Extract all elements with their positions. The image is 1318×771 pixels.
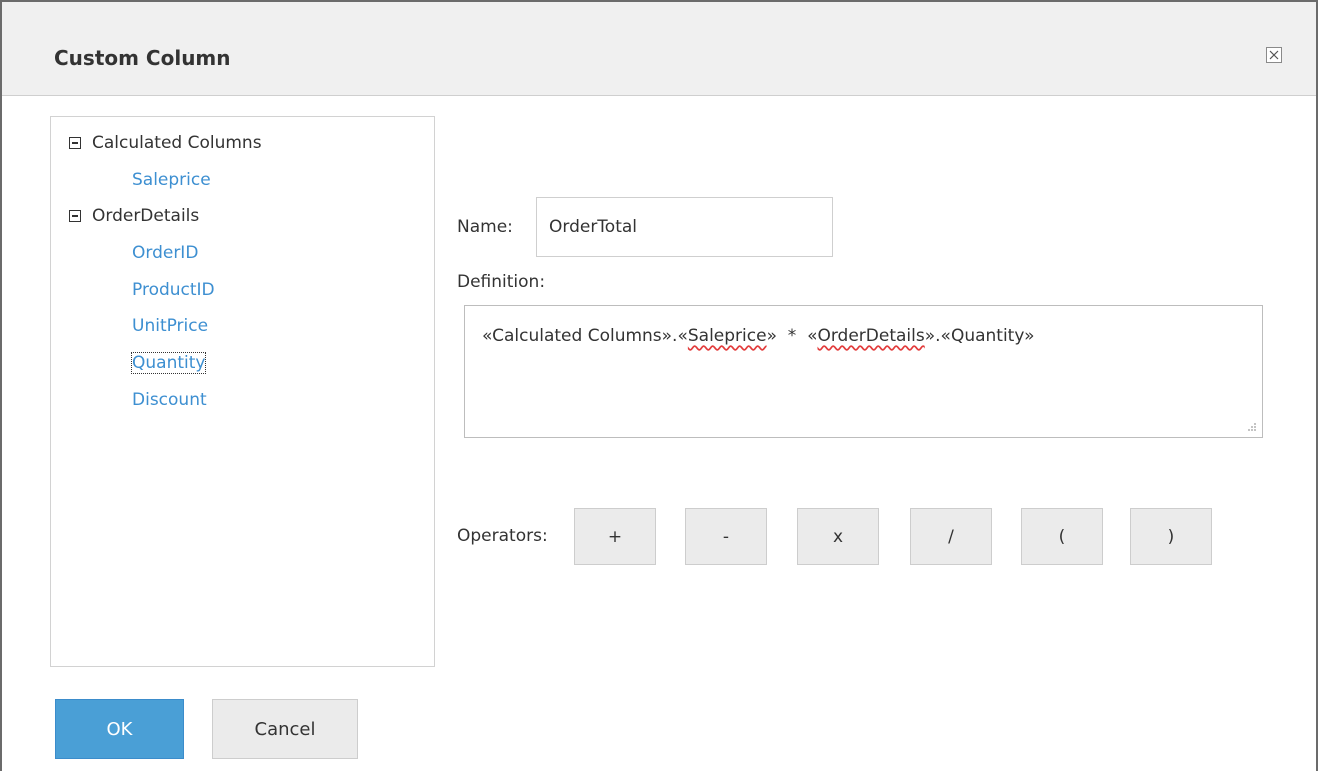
name-label: Name: [457, 217, 513, 237]
name-input[interactable] [536, 197, 833, 257]
close-x-glyph [1269, 50, 1279, 60]
definition-text-segment: » * « [766, 326, 818, 346]
operator-open-paren-button[interactable]: ( [1021, 508, 1103, 565]
title-bar: Custom Column [2, 2, 1316, 96]
operators-label: Operators: [457, 526, 548, 546]
ok-button[interactable]: OK [55, 699, 184, 759]
definition-label: Definition: [457, 272, 546, 292]
collapse-toggle-icon[interactable] [69, 210, 81, 222]
tree-item-orderid[interactable]: OrderID [132, 243, 198, 263]
tree-group-label: Calculated Columns [92, 133, 262, 153]
operator-plus-button[interactable]: + [574, 508, 656, 565]
operator-minus-button[interactable]: - [685, 508, 767, 565]
collapse-toggle-icon[interactable] [69, 137, 81, 149]
dialog-title: Custom Column [54, 46, 231, 70]
definition-text: «Calculated Columns».«Saleprice» * «Orde… [482, 326, 1035, 346]
operator-close-paren-button[interactable]: ) [1130, 508, 1212, 565]
operator-divide-button[interactable]: / [910, 508, 992, 565]
close-icon[interactable] [1266, 47, 1282, 63]
tree-group-orderdetails[interactable]: OrderDetails [69, 206, 199, 226]
tree-item-discount[interactable]: Discount [132, 390, 207, 410]
tree-item-unitprice[interactable]: UnitPrice [132, 316, 208, 336]
operator-multiply-button[interactable]: x [797, 508, 879, 565]
cancel-button[interactable]: Cancel [212, 699, 358, 759]
tree-item-productid[interactable]: ProductID [132, 280, 215, 300]
tree-group-label: OrderDetails [92, 206, 200, 226]
tree-group-calculated-columns[interactable]: Calculated Columns [69, 133, 262, 153]
custom-column-dialog: Custom Column Calculated Columns Salepri… [0, 0, 1318, 771]
tree-item-saleprice[interactable]: Saleprice [132, 170, 211, 190]
column-tree: Calculated Columns Saleprice OrderDetail… [50, 116, 435, 667]
definition-textarea[interactable]: «Calculated Columns».«Saleprice» * «Orde… [464, 305, 1263, 438]
definition-text-misspelled: Saleprice [687, 326, 767, 346]
tree-item-quantity[interactable]: Quantity [130, 352, 207, 374]
resize-grip-icon[interactable] [1247, 422, 1257, 432]
definition-text-segment: ».«Quantity» [924, 326, 1035, 346]
definition-text-misspelled: OrderDetails [817, 326, 925, 346]
definition-text-segment: «Calculated Columns».« [482, 326, 688, 346]
